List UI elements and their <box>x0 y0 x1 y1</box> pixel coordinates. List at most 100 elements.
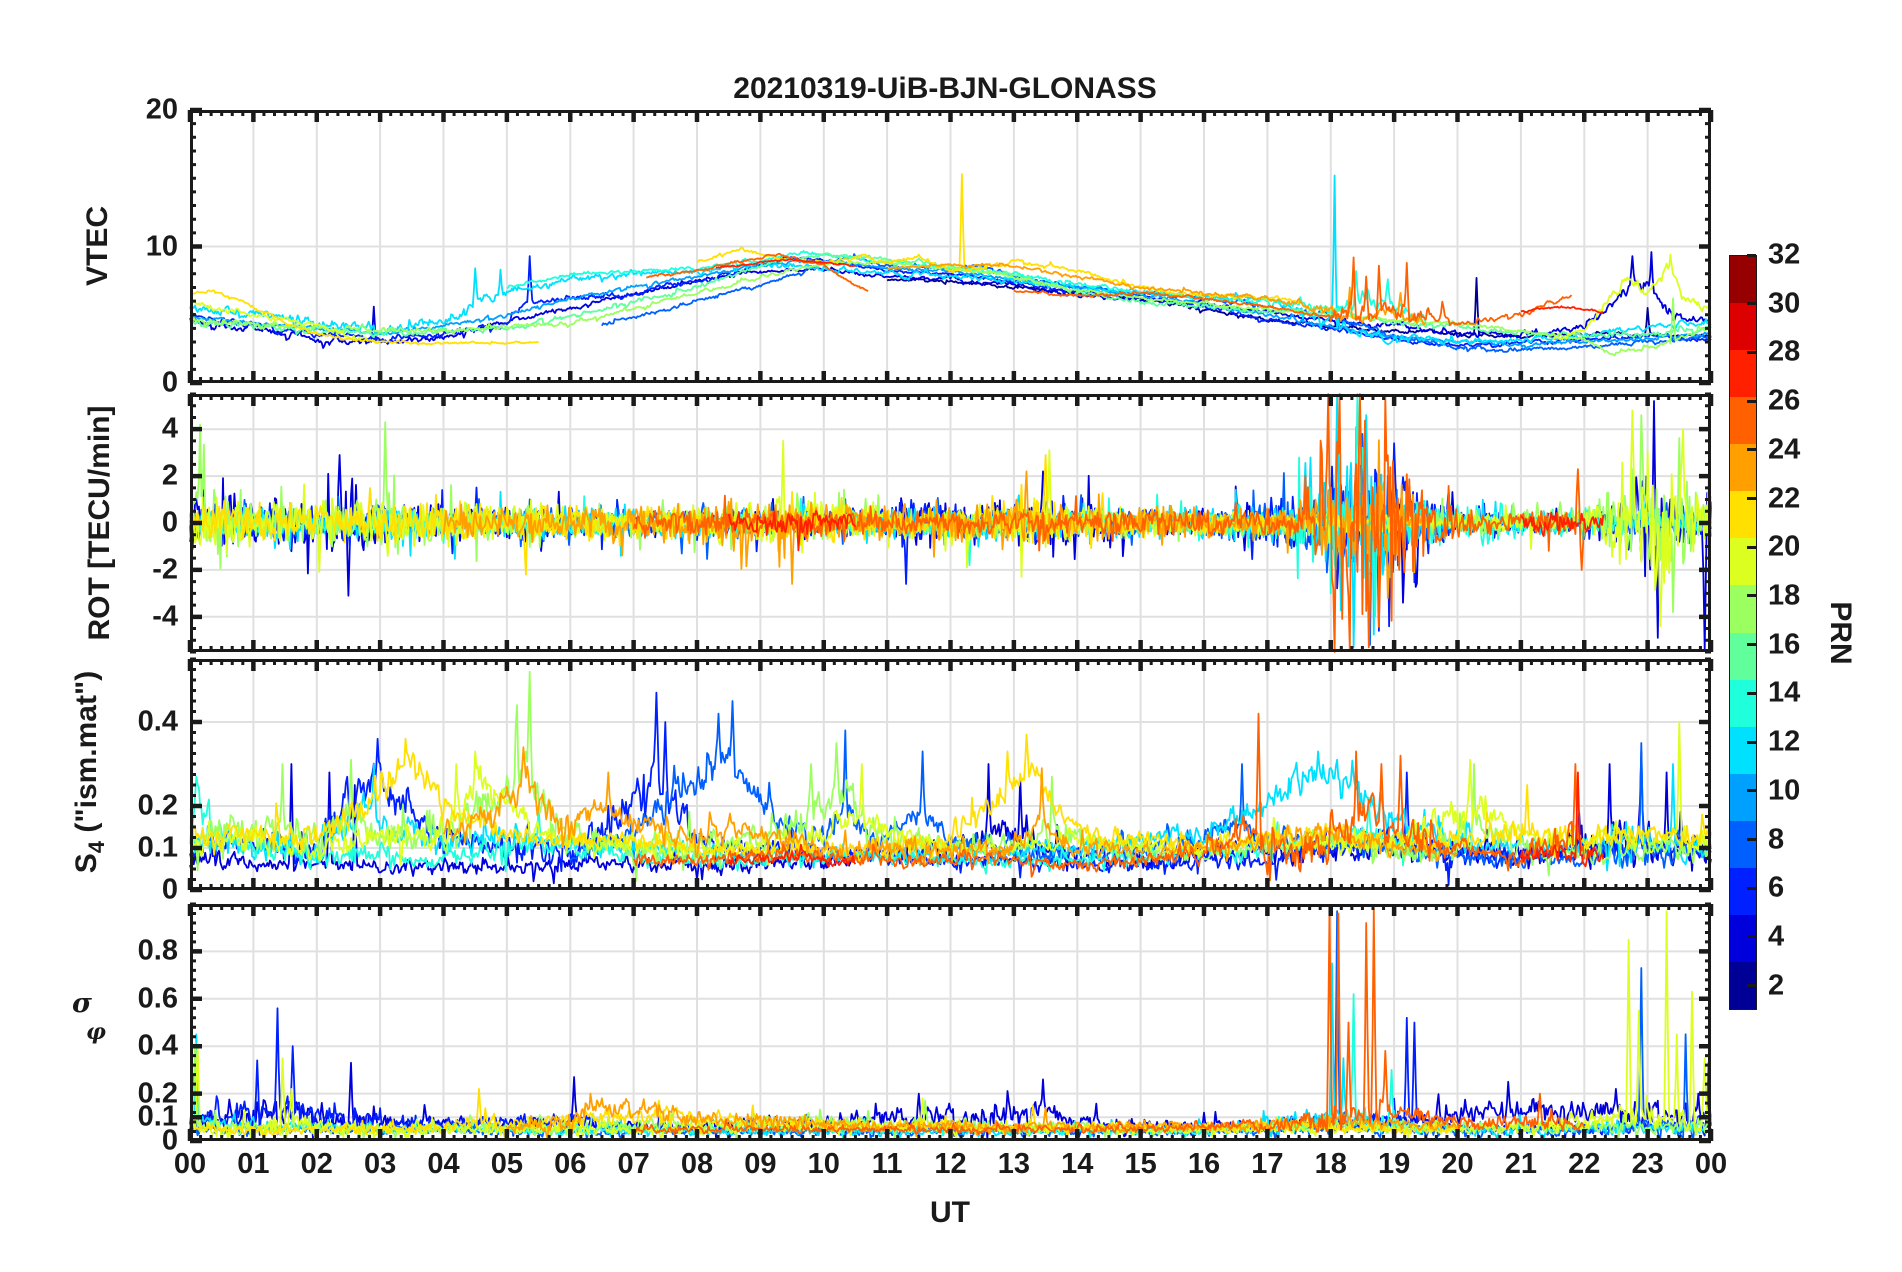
x-tick-label: 09 <box>744 1148 777 1180</box>
colorbar-tick <box>1747 838 1756 842</box>
y-tick-label: 10 <box>145 230 178 262</box>
x-tick-label: 11 <box>871 1148 903 1180</box>
x-tick-label: 02 <box>300 1148 333 1180</box>
x-tick-label: 21 <box>1504 1148 1538 1180</box>
y-tick-label: 0.8 <box>137 934 178 967</box>
colorbar-segment <box>1730 350 1756 398</box>
x-tick-label: 12 <box>934 1148 967 1180</box>
colorbar-tick-label: 30 <box>1768 287 1801 320</box>
colorbar-tick <box>1747 886 1756 890</box>
colorbar-tick <box>1747 253 1756 257</box>
colorbar-tick <box>1747 350 1756 354</box>
y-tick-label: 0.2 <box>137 1077 178 1110</box>
figure-title: 20210319-UiB-BJN-GLONASS <box>733 72 1157 105</box>
colorbar-tick <box>1747 399 1756 403</box>
y-tick-label: 4 <box>161 412 178 445</box>
y-axis-label-sigma-phi: σ φ <box>72 988 106 1045</box>
s4-label-subscript: 4 <box>84 840 109 854</box>
y-tick-label: -4 <box>152 600 178 633</box>
colorbar-tick-label: 4 <box>1768 920 1785 953</box>
colorbar-tick <box>1747 302 1756 306</box>
y-tick-label: 0.4 <box>137 705 178 738</box>
colorbar-segment <box>1730 726 1756 774</box>
series-prn-23 <box>633 907 1586 1136</box>
x-tick-label: 01 <box>237 1148 270 1180</box>
x-tick-label: 06 <box>554 1148 587 1180</box>
colorbar-segment <box>1730 773 1756 821</box>
figure-canvas: { "title": "20210319-UiB-BJN-GLONASS", "… <box>0 0 1902 1272</box>
x-tick-label: 22 <box>1568 1148 1601 1180</box>
x-tick-label: 17 <box>1251 1148 1284 1180</box>
x-tick-label: 04 <box>427 1148 460 1180</box>
colorbar-tick <box>1747 448 1756 452</box>
x-tick-label: 23 <box>1631 1148 1664 1180</box>
colorbar-tick-label: 32 <box>1768 238 1801 271</box>
colorbar-tick-label: 28 <box>1768 335 1801 368</box>
series-prn-23 <box>632 712 1586 882</box>
colorbar-label-prn: PRN <box>1824 601 1857 665</box>
colorbar-tick-label: 14 <box>1768 676 1801 709</box>
colorbar-tick-label: 22 <box>1768 482 1801 515</box>
y-tick-label: 0 <box>161 366 178 399</box>
colorbar-segment <box>1730 679 1756 727</box>
x-tick-label: 18 <box>1314 1148 1347 1180</box>
colorbar-segment <box>1730 256 1756 304</box>
y-tick-label: -2 <box>152 553 178 586</box>
x-tick-label: 07 <box>617 1148 650 1180</box>
colorbar-tick-label: 18 <box>1768 579 1801 612</box>
colorbar-segment <box>1730 632 1756 680</box>
colorbar-gradient <box>1729 255 1757 1010</box>
colorbar-segment <box>1730 585 1756 633</box>
colorbar-tick <box>1747 594 1756 598</box>
x-axis-label: UT <box>930 1196 970 1229</box>
colorbar-tick-label: 8 <box>1768 823 1785 856</box>
x-tick-label: 00 <box>1694 1148 1728 1180</box>
s4-label-rest: ("ism.mat") <box>70 670 103 841</box>
colorbar-tick <box>1747 497 1756 501</box>
colorbar-tick-label: 24 <box>1768 433 1801 466</box>
y-tick-label: 0.4 <box>137 1029 178 1062</box>
colorbar-tick <box>1747 643 1756 647</box>
y-tick-label: 2 <box>161 459 178 492</box>
colorbar-segment <box>1730 820 1756 868</box>
x-tick-label: 05 <box>490 1148 524 1180</box>
x-tick-label: 08 <box>680 1148 714 1180</box>
x-tick-label: 00 <box>173 1148 207 1180</box>
colorbar-tick-label: 26 <box>1768 384 1801 417</box>
y-tick-label: 0.1 <box>137 831 178 864</box>
colorbar-tick-label: 12 <box>1768 725 1801 758</box>
x-tick-label: 03 <box>363 1148 397 1180</box>
colorbar-segment <box>1730 867 1756 915</box>
y-tick-label: 0 <box>161 873 178 906</box>
series-prn-25 <box>1520 305 1604 315</box>
colorbar-tick <box>1747 545 1756 549</box>
colorbar-tick-label: 16 <box>1768 628 1801 661</box>
colorbar-tick-label: 2 <box>1768 969 1785 1002</box>
colorbar-tick-label: 10 <box>1768 774 1801 807</box>
x-tick-label: 15 <box>1124 1148 1157 1180</box>
colorbar-tick-label: 6 <box>1768 871 1785 904</box>
colorbar-tick-label: 20 <box>1768 530 1801 563</box>
s4-label-main: S <box>70 853 103 874</box>
sigma-glyph: σ <box>72 988 92 1019</box>
colorbar-tick <box>1747 789 1756 793</box>
x-tick-label: 10 <box>807 1148 840 1180</box>
x-tick-label: 20 <box>1441 1148 1474 1180</box>
y-tick-label: 20 <box>145 93 178 126</box>
x-tick-label: 14 <box>1061 1148 1094 1180</box>
colorbar-segment <box>1730 397 1756 445</box>
colorbar-tick <box>1747 935 1756 939</box>
y-tick-label: 0 <box>161 506 178 539</box>
colorbar-tick <box>1747 984 1756 988</box>
series-prn-1 <box>886 277 1712 340</box>
colorbar-tick <box>1747 740 1756 744</box>
x-tick-label: 19 <box>1377 1148 1411 1180</box>
colorbar-segment <box>1730 303 1756 351</box>
x-tick-label: 13 <box>997 1148 1031 1180</box>
y-tick-label: 0.6 <box>137 982 178 1015</box>
phi-subscript-glyph: φ <box>86 1019 106 1045</box>
colorbar-tick <box>1747 691 1756 695</box>
y-axis-label-s4: S4 ("ism.mat") <box>70 671 110 873</box>
x-tick-label: 16 <box>1187 1148 1221 1180</box>
y-tick-label: 0.2 <box>137 789 178 822</box>
